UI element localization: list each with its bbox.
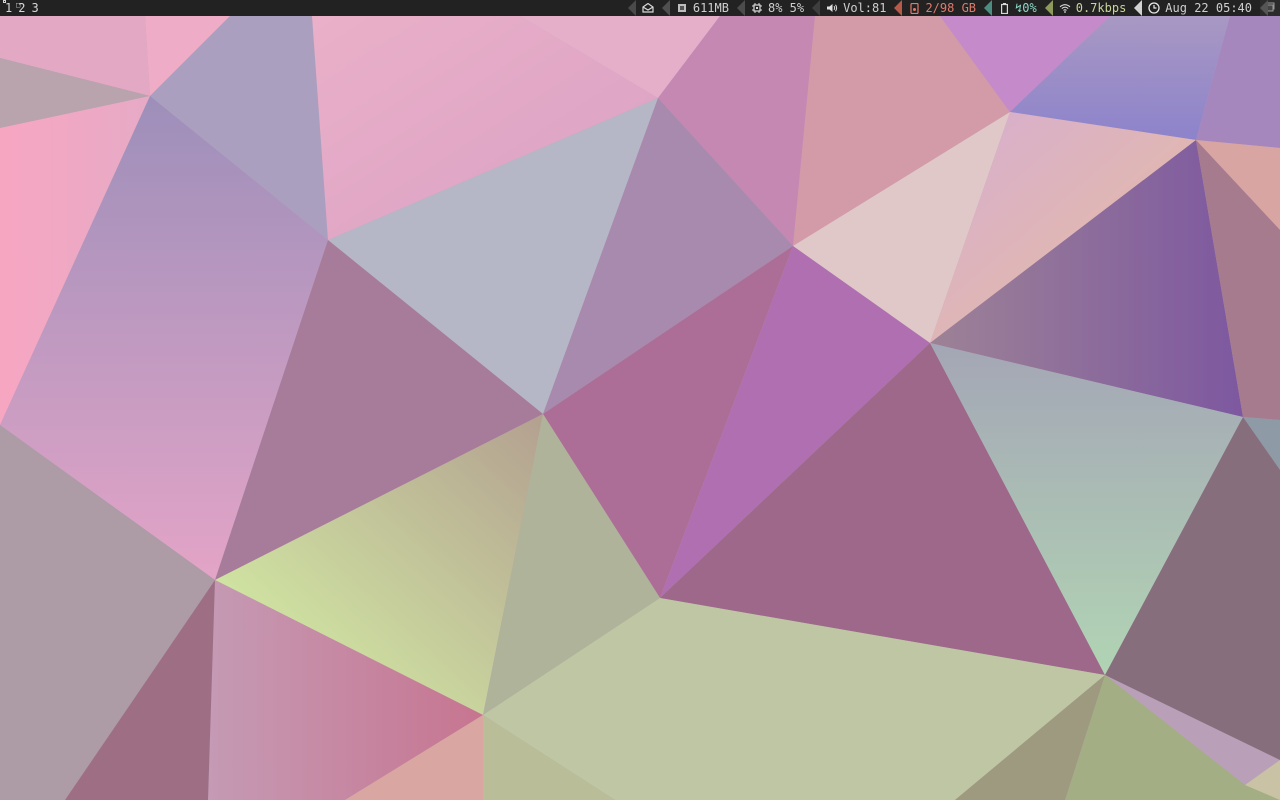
speaker-icon [826,2,838,14]
active-workspace-indicator [3,0,6,3]
wifi-icon [1059,2,1071,14]
cpu-icon [751,2,763,14]
disk-icon [908,2,920,14]
status-widgets: 611MB 8% 5% Vol:81 2/98 GB ↯0% 0.7kbps A… [627,0,1280,16]
clock-widget[interactable]: Aug 22 05:40 [1134,0,1260,16]
workspace-switcher: □ 1 2 3 [0,0,43,16]
cpu-value: 8% 5% [767,1,805,15]
workspace-3[interactable]: 3 [29,0,42,16]
tray-icon [1265,0,1275,16]
battery-value: ↯0% [1015,1,1037,15]
workspace-1[interactable]: □ 1 [3,0,20,16]
mail-widget[interactable] [627,0,662,16]
memory-icon [676,2,688,14]
network-speed-value: 0.7kbps [1075,1,1127,15]
status-bar: □ 1 2 3 611MB 8% 5% Vol:81 2/98 GB ↯0% 0… [0,0,1280,16]
volume-widget[interactable]: Vol:81 [812,0,894,16]
volume-value: Vol:81 [843,1,887,15]
workspace-2[interactable]: 2 [16,0,29,16]
clock-icon [1148,2,1160,14]
tray-widget[interactable] [1260,0,1280,16]
battery-widget[interactable]: ↯0% [984,0,1045,16]
mail-icon [642,2,654,14]
network-widget[interactable]: 0.7kbps [1044,0,1135,16]
disk-value: 2/98 GB [925,1,977,15]
clock-value: Aug 22 05:40 [1165,1,1252,15]
memory-value: 611MB [692,1,729,15]
desktop-wallpaper [0,16,1280,800]
battery-icon [998,2,1010,14]
cpu-widget[interactable]: 8% 5% [736,0,812,16]
memory-widget[interactable]: 611MB [661,0,737,16]
disk-widget[interactable]: 2/98 GB [894,0,984,16]
